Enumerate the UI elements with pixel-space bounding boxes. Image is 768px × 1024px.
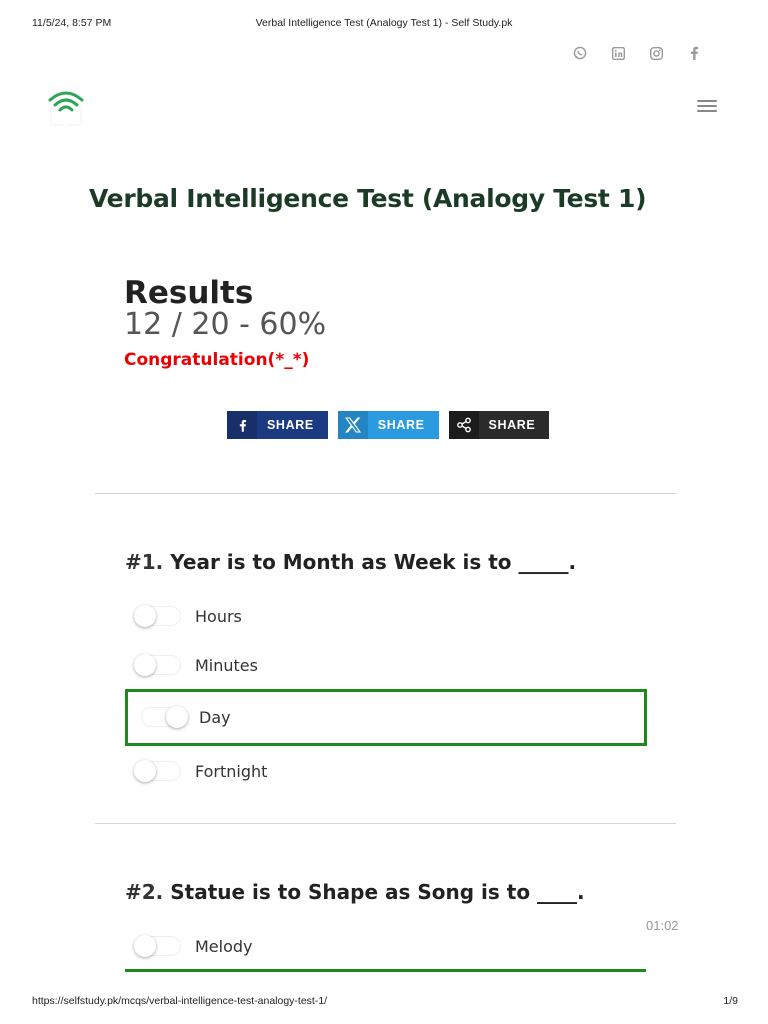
generic-share-button[interactable]: SHARE [448,411,550,439]
option-label: Melody [195,936,253,956]
results-heading: Results [124,275,254,311]
option-label: Fortnight [195,761,268,781]
option-toggle[interactable] [134,605,181,627]
answer-option[interactable]: Fortnight [134,757,268,785]
print-page-number: 1/9 [723,995,738,1007]
option-label: Hours [195,606,242,626]
option-toggle[interactable] [134,654,181,676]
instagram-icon[interactable] [648,45,664,61]
results-message: Congratulation(*_*) [124,350,310,370]
question-1: #1. Year is to Month as Week is to _____… [125,550,576,574]
share-label: SHARE [377,418,425,432]
linkedin-icon[interactable] [610,45,626,61]
answer-option[interactable]: Hours [134,602,242,630]
answer-option-selected[interactable]: Day [141,703,231,731]
option-toggle[interactable] [141,706,188,728]
question-text: Year is to Month as Week is to _____. [170,550,577,574]
option-label: Day [199,707,231,727]
results-panel: Results 12 / 20 - 60% Congratulation(*_*… [124,276,326,370]
correct-answer-highlight-partial [125,969,646,972]
page-title: Verbal Intelligence Test (Analogy Test 1… [89,184,647,213]
question-2: #2. Statue is to Shape as Song is to ___… [125,880,585,904]
social-links [572,45,702,61]
site-logo[interactable] [46,86,86,126]
facebook-icon[interactable] [686,45,702,61]
question-number: #1. [125,550,164,574]
facebook-share-button[interactable]: SHARE [227,411,328,439]
share-buttons: SHARE SHARE SHARE [227,411,550,439]
share-icon [448,411,479,439]
share-label: SHARE [267,418,314,432]
answer-option[interactable]: Melody [134,932,253,960]
option-toggle[interactable] [134,760,181,782]
hamburger-menu-icon[interactable] [697,100,719,116]
quiz-timer: 01:02 [646,918,679,933]
x-icon [337,411,368,439]
option-toggle[interactable] [134,935,181,957]
question-text: Statue is to Shape as Song is to ____. [170,880,585,904]
print-doc-title: Verbal Intelligence Test (Analogy Test 1… [255,17,513,29]
divider [95,493,676,494]
x-share-button[interactable]: SHARE [337,411,439,439]
divider [95,823,676,824]
share-label: SHARE [488,418,536,432]
whatsapp-icon[interactable] [572,45,588,61]
facebook-icon [227,411,257,439]
answer-option[interactable]: Minutes [134,651,258,679]
question-number: #2. [125,880,164,904]
print-url: https://selfstudy.pk/mcqs/verbal-intelli… [32,995,328,1007]
option-label: Minutes [195,655,258,675]
results-score: 12 / 20 - 60% [124,307,327,342]
